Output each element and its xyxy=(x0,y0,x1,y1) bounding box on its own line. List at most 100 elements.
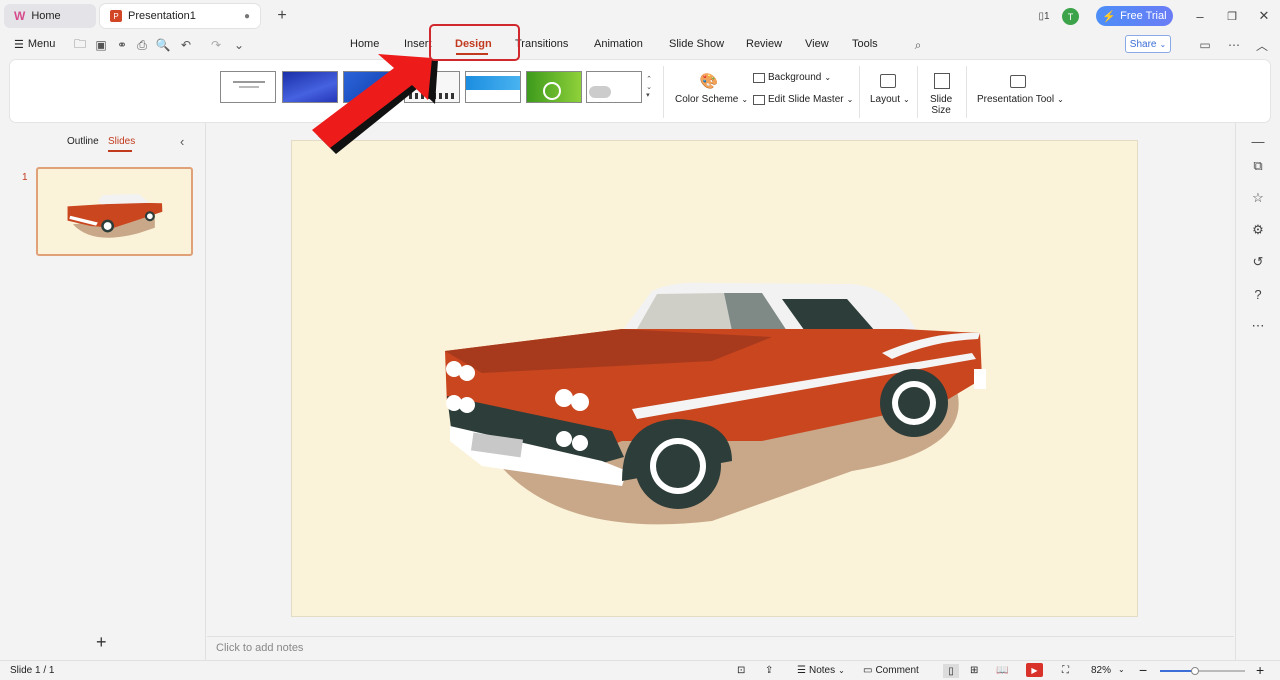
slides-tab[interactable]: Slides xyxy=(108,136,135,147)
zoom-out-icon[interactable]: − xyxy=(1139,662,1147,678)
tab-transitions[interactable]: Transitions xyxy=(515,38,568,50)
layout-label: Layout xyxy=(870,94,901,105)
more-options-icon[interactable]: ⋯ xyxy=(1226,37,1242,53)
theme-thumbnail-grey-clouds[interactable] xyxy=(586,71,642,103)
new-tab-plus-icon[interactable]: + xyxy=(272,6,292,26)
share-button[interactable]: Share ⌄ xyxy=(1125,35,1171,53)
help-icon[interactable]: ? xyxy=(1249,285,1267,303)
menu-label: Menu xyxy=(27,38,56,50)
free-trial-button[interactable]: ⚡ Free Trial xyxy=(1096,6,1173,26)
status-bar xyxy=(0,660,1280,680)
collapse-rail-icon[interactable]: — xyxy=(1249,132,1267,150)
comment-label: Comment xyxy=(875,665,919,676)
ribbon-separator xyxy=(917,66,918,118)
presentation-file-icon: P xyxy=(110,10,122,22)
unsaved-dot-icon[interactable]: ● xyxy=(244,11,250,22)
tab-slide-show[interactable]: Slide Show xyxy=(669,38,724,50)
restore-icon[interactable]: ❐ xyxy=(1222,6,1242,26)
app-logo-icon: W xyxy=(14,9,26,23)
print-icon[interactable]: ⎙ xyxy=(134,37,150,53)
gallery-scroll-icon[interactable]: ⌃ ⌄ ▾ xyxy=(642,68,656,106)
normal-view-icon[interactable]: ▯ xyxy=(943,664,959,678)
close-window-icon[interactable]: ✕ xyxy=(1254,6,1274,26)
history-icon[interactable]: ↺ xyxy=(1249,253,1267,271)
zoom-in-icon[interactable]: + xyxy=(1256,662,1264,678)
chevron-down-icon: ⌄ xyxy=(1057,95,1064,104)
slide-size-label-line1: Slide xyxy=(930,94,953,105)
comment-bubble-icon: ▭ xyxy=(863,665,873,676)
comment-toggle[interactable]: ▭ Comment xyxy=(863,665,919,676)
play-slideshow-icon[interactable]: ▶ xyxy=(1026,663,1043,677)
search-icon[interactable]: ⌕ xyxy=(910,37,926,53)
notes-placeholder: Click to add notes xyxy=(216,642,304,654)
chevron-down-icon: ⌄ xyxy=(838,666,845,675)
save-icon[interactable]: ▣ xyxy=(93,37,109,53)
presentation-tab-label: Presentation1 xyxy=(128,10,196,22)
window-layout-icon[interactable]: ▯1 xyxy=(1034,6,1054,26)
minimize-icon[interactable]: – xyxy=(1190,6,1210,26)
chevron-down-icon: ⌄ xyxy=(846,95,854,104)
notes-label: Notes xyxy=(808,665,836,676)
ribbon-separator xyxy=(859,66,860,118)
undo-icon[interactable]: ↶ xyxy=(178,37,194,53)
tab-animation[interactable]: Animation xyxy=(594,38,643,50)
layout-button[interactable]: Layout ⌄ xyxy=(870,94,910,105)
theme-thumbnail-blue-banner[interactable] xyxy=(465,71,521,103)
adjust-sliders-icon[interactable]: ⚙ xyxy=(1249,221,1267,239)
menu-button[interactable]: ☰ Menu xyxy=(14,38,55,51)
zoom-slider-fill xyxy=(1160,670,1194,672)
presentation-tool-icon xyxy=(1009,72,1027,90)
tab-review[interactable]: Review xyxy=(746,38,782,50)
collapse-ribbon-icon[interactable]: ︿ xyxy=(1254,37,1270,53)
presentation-tab[interactable]: P Presentation1 ● xyxy=(100,4,260,28)
slide-thumbnail-car-illustration xyxy=(67,193,163,238)
tab-tools[interactable]: Tools xyxy=(852,38,878,50)
theme-thumbnail-blank-white[interactable] xyxy=(220,71,276,103)
color-palette-icon: 🎨 xyxy=(699,73,719,90)
fit-to-window-icon[interactable]: ⛶ xyxy=(1062,665,1069,676)
chevron-down-icon: ⌄ xyxy=(741,95,749,104)
notes-area[interactable]: Click to add notes xyxy=(207,636,1234,660)
link-icon[interactable]: ⚭ xyxy=(114,37,130,53)
edit-slide-master-button[interactable]: Edit Slide Master ⌄ xyxy=(753,94,853,105)
more-tools-icon[interactable]: ⋯ xyxy=(1249,317,1267,335)
background-image-icon xyxy=(753,72,765,83)
reading-view-icon[interactable]: 📖 xyxy=(996,665,1008,676)
add-slide-plus-icon[interactable]: + xyxy=(96,632,107,653)
zoom-dropdown-icon[interactable]: ⌄ xyxy=(1118,665,1125,674)
home-tab[interactable]: W Home xyxy=(4,4,96,28)
slide-sorter-icon[interactable]: ⊞ xyxy=(970,665,978,676)
slide-number: 1 xyxy=(22,172,28,183)
presentation-tool-button[interactable]: Presentation Tool ⌄ xyxy=(977,94,1064,105)
user-avatar[interactable]: T xyxy=(1062,8,1079,25)
free-trial-label: Free Trial xyxy=(1120,10,1167,22)
star-icon[interactable]: ☆ xyxy=(1249,189,1267,207)
chevron-down-icon: ⌄ xyxy=(824,73,832,82)
hamburger-icon: ☰ xyxy=(14,39,24,51)
tab-view[interactable]: View xyxy=(805,38,829,50)
color-scheme-label: Color Scheme xyxy=(675,94,739,105)
slide-size-icon xyxy=(933,72,951,90)
print-preview-icon[interactable]: 🔍 xyxy=(155,37,171,53)
redo-icon[interactable]: ↷ xyxy=(208,37,224,53)
fit-icon[interactable]: ⊡ xyxy=(737,665,745,676)
slide-size-button[interactable]: Slide Size xyxy=(930,94,952,116)
customize-chevron-icon[interactable]: ⌄ xyxy=(231,37,247,53)
outline-tab[interactable]: Outline xyxy=(67,136,99,147)
presentation-tool-label: Presentation Tool xyxy=(977,94,1055,105)
notes-toggle[interactable]: ☰ Notes ⌄ xyxy=(797,665,845,676)
background-button[interactable]: Background ⌄ xyxy=(753,72,831,83)
zoom-slider-thumb[interactable] xyxy=(1191,667,1199,675)
slide-thumbnail-1[interactable] xyxy=(36,167,193,256)
color-scheme-button[interactable]: Color Scheme ⌄ xyxy=(675,94,748,105)
zoom-level[interactable]: 82% xyxy=(1091,665,1111,676)
ribbon-separator xyxy=(966,66,967,118)
open-folder-icon[interactable]: 🗀 xyxy=(72,37,88,53)
duplicate-icon[interactable]: ⧉ xyxy=(1249,157,1267,175)
comment-icon[interactable]: ▭ xyxy=(1197,37,1213,53)
export-icon[interactable]: ⇪ xyxy=(765,665,773,676)
slide-canvas[interactable] xyxy=(291,140,1138,617)
zoom-slider-track[interactable] xyxy=(1160,667,1245,675)
collapse-panel-chevron-icon[interactable]: ‹ xyxy=(180,134,184,149)
theme-thumbnail-green-clock[interactable] xyxy=(526,71,582,103)
